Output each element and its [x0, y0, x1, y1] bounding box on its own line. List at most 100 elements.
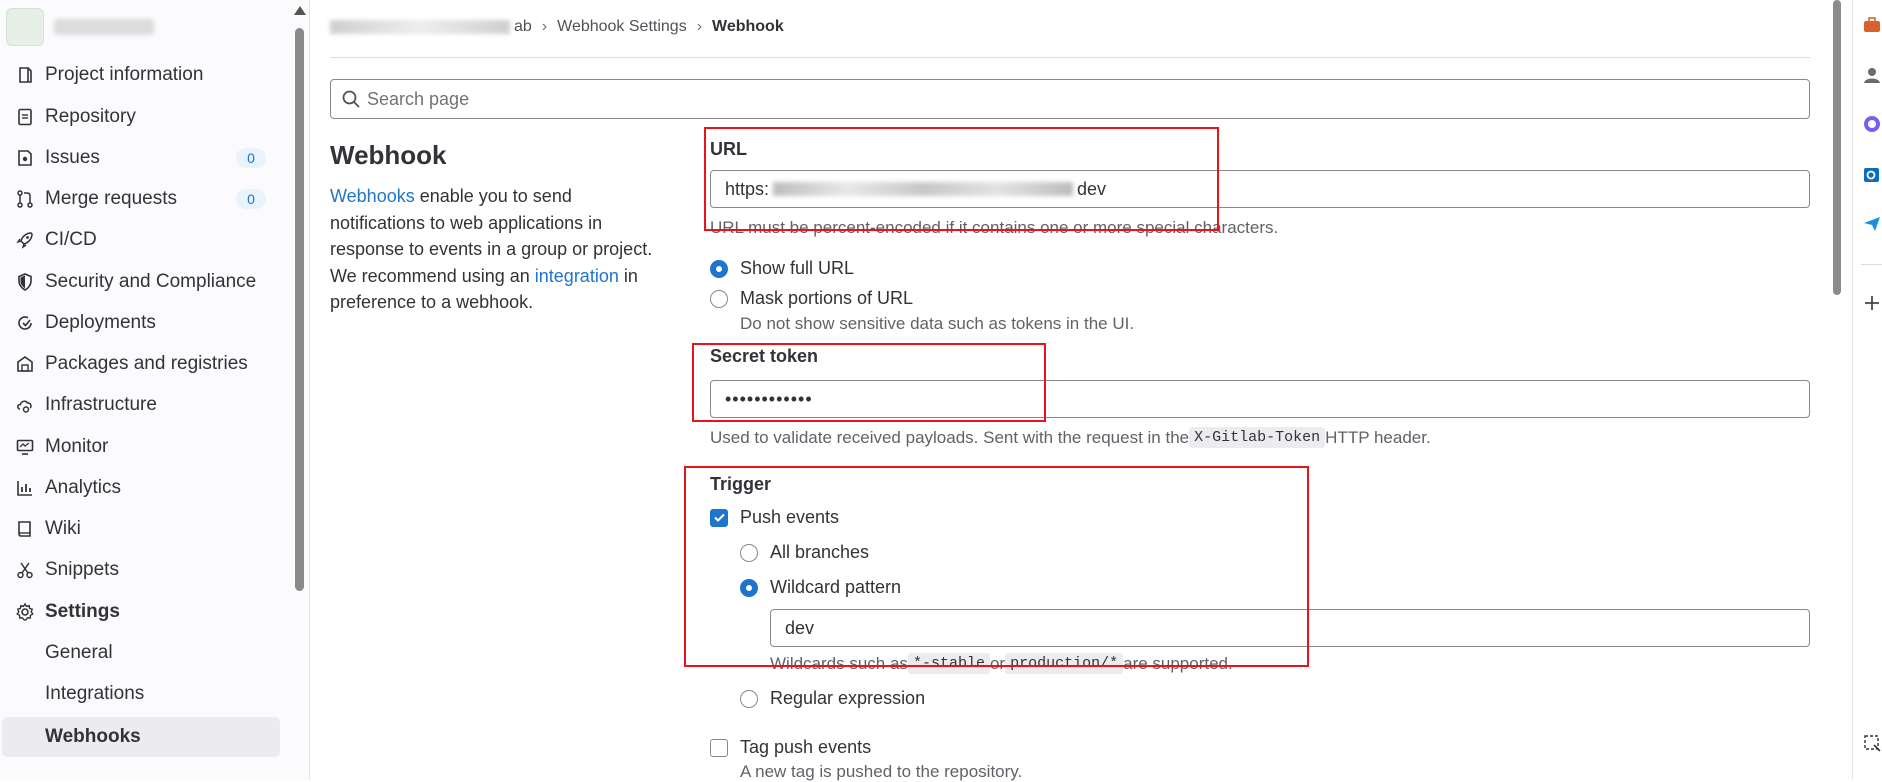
scroll-up-arrow-icon[interactable]	[294, 6, 306, 15]
trigger-label: Trigger	[710, 474, 772, 494]
issues-count-badge: 0	[236, 148, 266, 168]
search-icon	[341, 89, 361, 109]
merge-request-icon	[14, 188, 36, 210]
merge-requests-count-badge: 0	[236, 189, 266, 209]
all-branches-option[interactable]: All branches	[740, 542, 869, 563]
wildcard-example-production: production/*	[1005, 653, 1124, 674]
breadcrumb-webhook-settings[interactable]: Webhook Settings	[557, 18, 687, 36]
add-icon[interactable]	[1861, 292, 1882, 314]
secret-help-before: Used to validate received payloads. Sent…	[710, 427, 1190, 447]
secret-token-help-text: Used to validate received payloads. Sent…	[710, 427, 1431, 448]
sidebar-item-analytics[interactable]: Analytics	[0, 470, 280, 506]
sidebar-item-label: Wiki	[45, 518, 81, 539]
sidebar-item-wiki[interactable]: Wiki	[0, 511, 280, 547]
mask-url-radio[interactable]	[710, 289, 728, 308]
webhook-description: Webhooks enable you to send notification…	[330, 183, 670, 316]
tag-push-events-label: Tag push events	[740, 737, 872, 757]
sidebar-item-packages-and-registries[interactable]: Packages and registries	[0, 346, 280, 382]
sidebar-item-snippets[interactable]: Snippets	[0, 552, 280, 588]
sidebar-item-settings[interactable]: Settings	[0, 594, 280, 630]
sidebar-item-monitor[interactable]: Monitor	[0, 429, 280, 465]
url-help-text: URL must be percent-encoded if it contai…	[710, 218, 1279, 237]
integration-link[interactable]: integration	[535, 266, 619, 286]
repository-icon	[14, 106, 36, 128]
push-events-option[interactable]: Push events	[710, 507, 839, 528]
sidebar-item-issues[interactable]: Issues 0	[0, 140, 280, 176]
sidebar-item-label: Packages and registries	[45, 353, 248, 374]
show-full-url-label: Show full URL	[740, 258, 855, 278]
sidebar-scrollbar[interactable]	[293, 0, 306, 780]
page-scrollbar[interactable]	[1832, 0, 1842, 300]
wildcard-help-3: are supported.	[1123, 653, 1233, 673]
tag-push-events-option[interactable]: Tag push events	[710, 737, 871, 758]
secret-token-field[interactable]: ••••••••••••	[710, 380, 1810, 418]
project-header[interactable]	[6, 8, 154, 46]
sidebar-item-label: Merge requests	[45, 188, 178, 209]
breadcrumb-project[interactable]: ab	[330, 18, 532, 36]
copilot-icon[interactable]	[1861, 113, 1882, 135]
all-branches-radio[interactable]	[740, 543, 758, 562]
wildcard-help-1: Wildcards such as	[770, 653, 908, 673]
sidebar-item-merge-requests[interactable]: Merge requests 0	[0, 181, 280, 217]
page-scrollbar-thumb[interactable]	[1833, 0, 1841, 295]
wildcard-pattern-radio[interactable]	[740, 578, 758, 597]
search-page-box[interactable]	[330, 79, 1810, 119]
deployments-icon	[14, 312, 36, 334]
browser-side-panel	[1852, 0, 1882, 780]
gitlab-token-header-code: X-Gitlab-Token	[1189, 427, 1326, 448]
search-page-input[interactable]	[365, 80, 1789, 118]
send-icon[interactable]	[1861, 213, 1882, 235]
sidebar-item-project-information[interactable]: Project information	[0, 57, 280, 93]
monitor-icon	[14, 436, 36, 458]
sidebar-subitem-label: Webhooks	[45, 726, 141, 747]
sidebar-item-ci-cd[interactable]: CI/CD	[0, 222, 280, 258]
mask-url-label: Mask portions of URL	[740, 288, 914, 308]
sidebar-item-label: Analytics	[45, 477, 122, 498]
show-full-url-radio[interactable]	[710, 259, 728, 278]
sidebar-subitem-general[interactable]: General	[0, 635, 280, 671]
push-events-checkbox[interactable]	[710, 508, 728, 527]
sidebar-subitem-webhooks[interactable]: Webhooks	[2, 717, 280, 757]
sidebar-item-security-and-compliance[interactable]: Security and Compliance	[0, 264, 280, 300]
sidebar-subitem-label: General	[45, 642, 113, 663]
mask-url-help-text: Do not show sensitive data such as token…	[740, 314, 1135, 333]
briefcase-icon[interactable]	[1861, 14, 1882, 36]
regular-expression-option[interactable]: Regular expression	[740, 688, 925, 709]
tag-push-events-checkbox[interactable]	[710, 738, 728, 757]
sidebar-item-label: Snippets	[45, 559, 119, 580]
mask-url-option[interactable]: Mask portions of URL	[710, 288, 913, 309]
webhooks-docs-link[interactable]: Webhooks	[330, 186, 415, 206]
wildcard-pattern-input[interactable]: dev	[770, 609, 1810, 647]
project-info-icon	[14, 64, 36, 86]
screenshot-icon[interactable]	[1861, 732, 1882, 754]
all-branches-label: All branches	[770, 542, 870, 562]
sidebar-item-label: Security and Compliance	[45, 271, 257, 292]
url-field[interactable]: https: dev	[710, 170, 1810, 208]
sidebar-item-infrastructure[interactable]: Infrastructure	[0, 387, 280, 423]
sidebar-item-label: Deployments	[45, 312, 156, 333]
regular-expression-radio[interactable]	[740, 689, 758, 708]
breadcrumb: ab › Webhook Settings › Webhook	[330, 18, 784, 36]
sidebar-item-label: Monitor	[45, 436, 109, 457]
sidebar-item-label: Project information	[45, 64, 204, 85]
sidebar-item-deployments[interactable]: Deployments	[0, 305, 280, 341]
sidebar-subitem-label: Integrations	[45, 683, 145, 704]
book-icon	[14, 518, 36, 540]
url-value-suffix: dev	[1077, 178, 1107, 199]
sidebar-scrollbar-thumb[interactable]	[295, 28, 304, 591]
cloud-gear-icon	[14, 394, 36, 416]
regular-expression-label: Regular expression	[770, 688, 926, 708]
show-full-url-option[interactable]: Show full URL	[710, 258, 854, 279]
wildcard-pattern-option[interactable]: Wildcard pattern	[740, 577, 901, 598]
sidebar-item-repository[interactable]: Repository	[0, 99, 280, 135]
outlook-icon[interactable]	[1861, 164, 1882, 186]
sidebar-subitem-integrations[interactable]: Integrations	[0, 676, 280, 712]
checkmark-icon	[713, 513, 725, 522]
user-icon[interactable]	[1861, 64, 1882, 86]
sidebar-item-label: CI/CD	[45, 229, 97, 250]
wildcard-help-2: or	[989, 653, 1006, 673]
url-label: URL	[710, 139, 747, 159]
chevron-right-icon: ›	[696, 18, 703, 35]
package-icon	[14, 353, 36, 375]
push-events-label: Push events	[740, 507, 840, 527]
